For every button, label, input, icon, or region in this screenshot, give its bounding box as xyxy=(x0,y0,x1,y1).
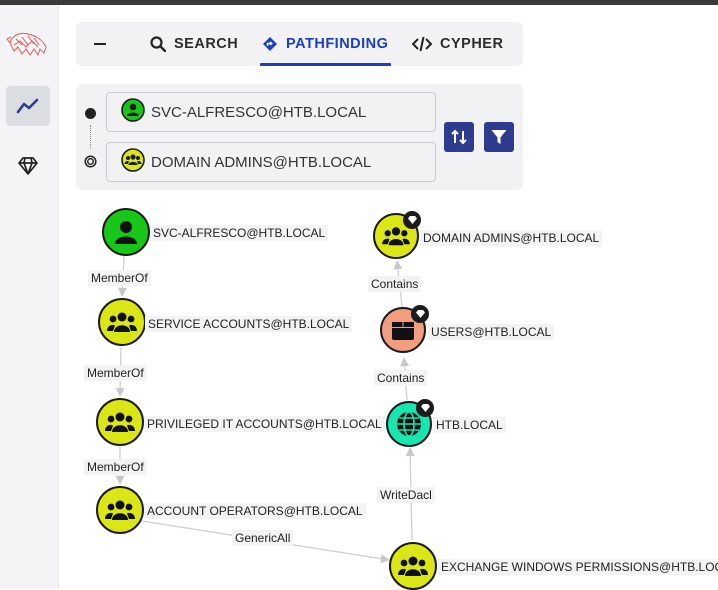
start-node-value: SVC-ALFRESCO@HTB.LOCAL xyxy=(151,103,367,121)
edge-filter-button[interactable] xyxy=(484,122,514,152)
graph-node-label: EXCHANGE WINDOWS PERMISSIONS@HTB.LOCAL xyxy=(438,559,718,575)
graph-node-group[interactable] xyxy=(389,542,437,590)
graph-node-label: USERS@HTB.LOCAL xyxy=(428,324,555,340)
user-node-icon xyxy=(121,98,145,126)
edge-label: MemberOf xyxy=(84,365,147,381)
user-icon xyxy=(115,221,137,244)
target-node-value: DOMAIN ADMINS@HTB.LOCAL xyxy=(151,153,372,171)
code-icon xyxy=(412,36,432,52)
chart-line-icon xyxy=(16,98,39,114)
gem-badge-icon xyxy=(416,399,434,417)
group-icon xyxy=(105,500,135,520)
active-tab-indicator xyxy=(260,63,391,66)
tab-cypher-label: CYPHER xyxy=(440,36,504,52)
tab-cypher[interactable]: CYPHER xyxy=(412,22,503,66)
search-icon xyxy=(150,36,166,52)
bloodhound-logo xyxy=(6,27,48,61)
tab-collapse[interactable] xyxy=(93,22,115,66)
box-icon xyxy=(392,322,414,340)
graph-node-label: HTB.LOCAL xyxy=(433,417,506,433)
gem-badge-icon xyxy=(403,211,421,229)
gem-icon xyxy=(18,157,38,175)
edge-label: Contains xyxy=(374,370,428,386)
graph-node-label: DOMAIN ADMINS@HTB.LOCAL xyxy=(420,230,603,246)
path-connector-line xyxy=(90,125,91,149)
route-icon xyxy=(263,37,277,51)
tab-bar: SEARCH PATHFINDING CYPHER xyxy=(76,22,523,66)
window-top-strip xyxy=(0,0,718,5)
edge-label: MemberOf xyxy=(84,459,147,475)
target-node-icon xyxy=(84,155,97,168)
tab-search-label: SEARCH xyxy=(174,36,239,52)
graph-node-label: SVC-ALFRESCO@HTB.LOCAL xyxy=(150,225,329,241)
minus-icon xyxy=(94,43,106,45)
graph-node-group[interactable] xyxy=(96,398,144,446)
group-node-icon xyxy=(121,148,145,176)
start-node-input[interactable]: SVC-ALFRESCO@HTB.LOCAL xyxy=(106,92,436,132)
gem-badge-icon xyxy=(411,305,429,323)
filter-icon xyxy=(491,130,507,144)
nav-gem-button[interactable] xyxy=(6,146,50,186)
graph-node-label: ACCOUNT OPERATORS@HTB.LOCAL xyxy=(144,503,366,519)
tab-pathfinding-label: PATHFINDING xyxy=(286,36,389,52)
edge-label: WriteDacl xyxy=(377,487,435,503)
left-nav xyxy=(0,5,59,589)
swap-nodes-button[interactable] xyxy=(444,122,474,152)
graph-node-group[interactable] xyxy=(96,486,144,534)
graph-node-label: SERVICE ACCOUNTS@HTB.LOCAL xyxy=(145,316,353,332)
group-icon xyxy=(105,412,135,432)
graph-node-label: PRIVILEGED IT ACCOUNTS@HTB.LOCAL xyxy=(144,416,385,432)
graph-node-user[interactable] xyxy=(102,208,150,256)
edge-label: GenericAll xyxy=(232,530,294,546)
graph-node-group[interactable] xyxy=(98,298,146,346)
edge-label: Contains xyxy=(368,276,422,292)
swap-vertical-icon xyxy=(451,129,467,145)
start-node-dot-icon xyxy=(85,108,96,119)
tab-pathfinding[interactable]: PATHFINDING xyxy=(262,22,388,66)
edge-label: MemberOf xyxy=(88,270,151,286)
tab-search[interactable]: SEARCH xyxy=(150,22,238,66)
group-icon xyxy=(398,556,428,576)
nav-graph-button[interactable] xyxy=(6,86,50,126)
group-icon xyxy=(107,312,137,332)
target-node-input[interactable]: DOMAIN ADMINS@HTB.LOCAL xyxy=(106,142,436,182)
